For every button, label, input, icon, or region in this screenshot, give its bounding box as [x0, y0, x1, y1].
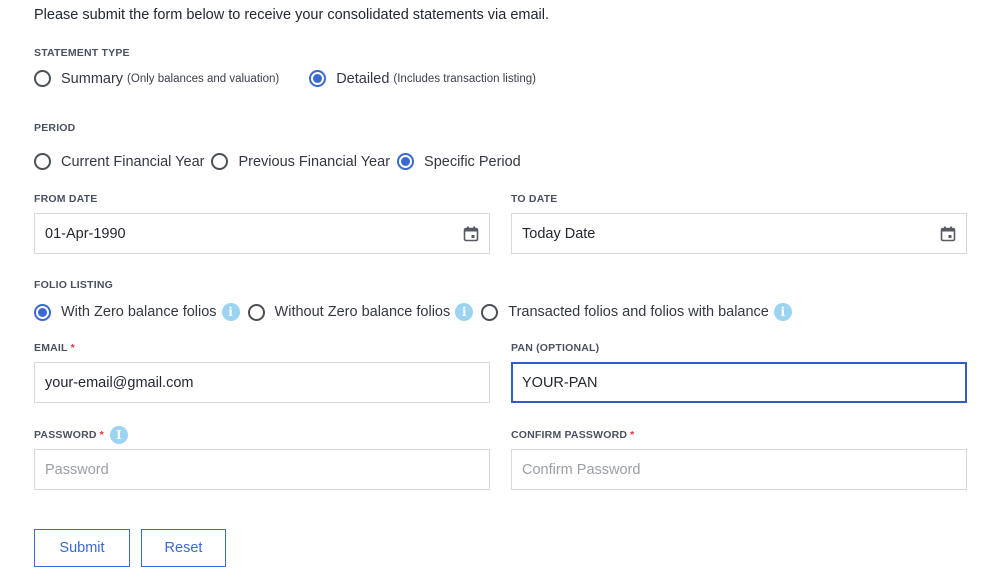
- email-label-text: EMAIL: [34, 342, 68, 354]
- radio-circle[interactable]: [247, 303, 265, 321]
- radio-circle[interactable]: [309, 70, 327, 87]
- radio-specific-period[interactable]: Specific Period: [397, 153, 521, 170]
- pan-label: PAN (OPTIONAL): [511, 342, 600, 354]
- to-date-field[interactable]: [511, 213, 967, 254]
- radio-with-zero-balance[interactable]: With Zero balance folios: [34, 303, 217, 321]
- radio-with-zero-balance-label: With Zero balance folios: [61, 304, 217, 320]
- statement-type-options: Summary (Only balances and valuation) De…: [34, 70, 536, 87]
- statement-request-form: Please submit the form below to receive …: [0, 0, 1000, 581]
- confirm-password-label-text: CONFIRM PASSWORD: [511, 429, 628, 441]
- password-field[interactable]: [34, 449, 490, 490]
- radio-without-zero-balance[interactable]: Without Zero balance folios: [247, 303, 451, 321]
- submit-button[interactable]: Submit: [34, 529, 130, 567]
- radio-specific-period-label: Specific Period: [424, 153, 521, 170]
- confirm-password-input[interactable]: [522, 461, 956, 478]
- radio-current-financial-year[interactable]: Current Financial Year: [34, 153, 204, 170]
- radio-summary-label: Summary: [61, 70, 124, 87]
- radio-circle[interactable]: [397, 153, 415, 170]
- to-date-input[interactable]: [522, 225, 940, 242]
- radio-without-zero-balance-label: Without Zero balance folios: [274, 304, 451, 320]
- radio-detailed-label: Detailed: [336, 70, 390, 87]
- email-field[interactable]: [34, 362, 490, 403]
- radio-transacted-folios-label: Transacted folios and folios with balanc…: [508, 304, 769, 320]
- to-date-label: TO DATE: [511, 193, 558, 205]
- confirm-password-label: CONFIRM PASSWORD *: [511, 429, 634, 441]
- email-label: EMAIL *: [34, 342, 75, 354]
- info-icon[interactable]: i: [109, 426, 128, 444]
- radio-summary[interactable]: Summary (Only balances and valuation): [34, 70, 279, 87]
- pan-input[interactable]: [522, 374, 956, 391]
- radio-circle[interactable]: [34, 153, 51, 170]
- confirm-password-field[interactable]: [511, 449, 967, 490]
- required-mark: *: [70, 342, 75, 354]
- required-mark: *: [99, 429, 104, 441]
- folio-listing-options: With Zero balance folios i Without Zero …: [34, 303, 792, 321]
- calendar-icon[interactable]: [940, 226, 956, 242]
- folio-listing-label: FOLIO LISTING: [34, 279, 114, 291]
- from-date-label: FROM DATE: [34, 193, 98, 205]
- from-date-input[interactable]: [45, 225, 463, 242]
- password-label: PASSWORD * i: [34, 426, 128, 444]
- radio-detailed-hint: (Includes transaction listing): [393, 72, 536, 85]
- required-mark: *: [630, 429, 635, 441]
- info-icon[interactable]: i: [455, 303, 474, 321]
- radio-circle[interactable]: [34, 70, 51, 87]
- from-date-field[interactable]: [34, 213, 490, 254]
- radio-current-financial-year-label: Current Financial Year: [61, 153, 205, 170]
- radio-transacted-folios[interactable]: Transacted folios and folios with balanc…: [481, 303, 769, 321]
- period-options: Current Financial Year Previous Financia…: [34, 153, 521, 170]
- intro-text: Please submit the form below to receive …: [34, 7, 549, 23]
- radio-circle[interactable]: [481, 303, 499, 321]
- password-input[interactable]: [45, 461, 479, 478]
- calendar-icon[interactable]: [463, 226, 479, 242]
- radio-detailed[interactable]: Detailed (Includes transaction listing): [309, 70, 536, 87]
- radio-circle[interactable]: [34, 303, 51, 321]
- password-label-text: PASSWORD: [34, 429, 97, 441]
- radio-circle[interactable]: [211, 153, 229, 170]
- period-label: PERIOD: [34, 122, 76, 134]
- statement-type-label: STATEMENT TYPE: [34, 47, 130, 59]
- email-input[interactable]: [45, 374, 479, 391]
- reset-button[interactable]: Reset: [141, 529, 226, 567]
- pan-field[interactable]: [511, 362, 967, 403]
- info-icon[interactable]: i: [221, 303, 240, 321]
- info-icon[interactable]: i: [773, 303, 792, 321]
- radio-previous-financial-year-label: Previous Financial Year: [238, 153, 391, 170]
- radio-previous-financial-year[interactable]: Previous Financial Year: [211, 153, 390, 170]
- radio-summary-hint: (Only balances and valuation): [127, 72, 280, 85]
